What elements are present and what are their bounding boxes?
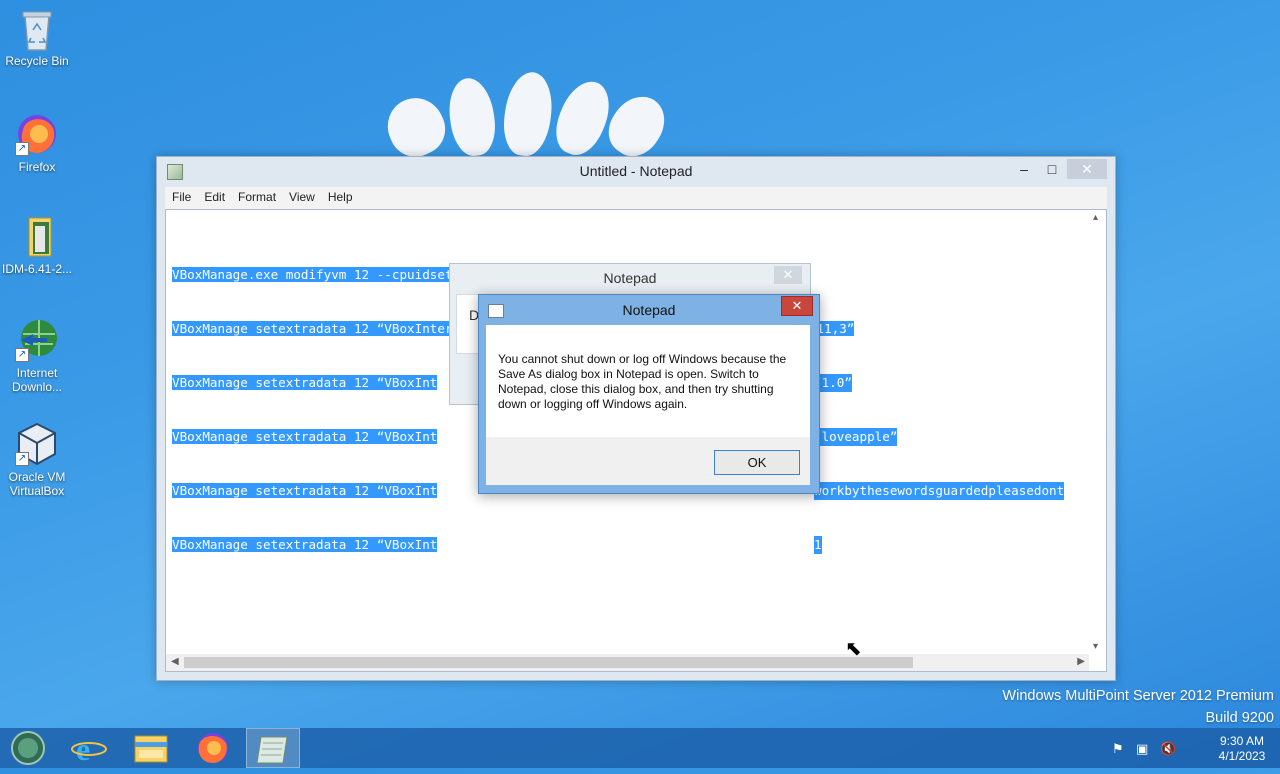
shortcut-arrow-icon: ↗ — [15, 142, 29, 156]
start-orb-icon — [11, 731, 45, 765]
watermark-edition: Windows MultiPoint Server 2012 Premium — [1002, 688, 1274, 704]
menu-help[interactable]: Help — [321, 187, 359, 204]
notepad-window-title: Untitled - Notepad — [579, 163, 693, 179]
menu-view[interactable]: View — [282, 187, 321, 204]
system-tray: ⚑ ▣ 🔇 9:30 AM 4/1/2023 — [1112, 732, 1272, 764]
notepad-title-bar[interactable]: Untitled - Notepad – □ ✕ — [157, 157, 1115, 187]
network-icon[interactable]: ▣ — [1136, 742, 1152, 756]
menu-format[interactable]: Format — [231, 187, 282, 204]
shortcut-arrow-icon: ↗ — [15, 348, 29, 362]
scroll-up-icon[interactable]: ▴ — [1093, 212, 1098, 223]
notepad-icon — [256, 736, 288, 764]
volume-muted-icon[interactable]: 🔇 — [1160, 742, 1176, 756]
taskbar: e ⚑ ▣ 🔇 9:30 AM 4/1/2023 — [0, 728, 1280, 768]
menu-edit[interactable]: Edit — [197, 187, 231, 204]
taskbar-firefox[interactable] — [186, 728, 240, 768]
text-line: VBoxManage setextradata 12 “VBoxInt 1 — [172, 536, 822, 554]
clock-date: 4/1/2023 — [1218, 749, 1266, 763]
firefox-icon: ↗ — [15, 112, 59, 156]
dialog-footer: OK — [486, 437, 810, 485]
save-as-close-button[interactable]: ✕ — [774, 266, 802, 284]
horizontal-scrollbar[interactable]: ◀ ▶ — [166, 654, 1089, 671]
folder-icon — [15, 214, 59, 258]
dialog-content: You cannot shut down or log off Windows … — [486, 325, 810, 437]
desktop-icon-label: Internet Downlo... — [11, 366, 63, 394]
internet-explorer-icon: e — [71, 731, 107, 767]
desktop-icon-label: Oracle VM VirtualBox — [8, 470, 66, 498]
svg-text:e: e — [76, 731, 90, 767]
horizontal-scroll-thumb[interactable] — [184, 657, 913, 668]
desktop-icon-recycle-bin[interactable]: Recycle Bin — [0, 6, 74, 68]
shortcut-arrow-icon: ↗ — [15, 452, 29, 466]
internet-download-manager-icon: ↗ — [15, 318, 59, 362]
dialog-close-button[interactable]: ✕ — [781, 296, 813, 316]
maximize-button[interactable]: □ — [1039, 159, 1065, 179]
desktop-icon-virtualbox[interactable]: ↗ Oracle VM VirtualBox — [0, 422, 74, 498]
menu-bar: File Edit Format View Help — [165, 187, 1107, 209]
scroll-right-icon[interactable]: ▶ — [1077, 656, 1085, 667]
firefox-icon — [198, 733, 228, 763]
minimize-button[interactable]: – — [1011, 159, 1037, 179]
desktop-icon-label: IDM-6.41-2... — [1, 262, 73, 276]
menu-file[interactable]: File — [165, 187, 197, 204]
watermark-build: Build 9200 — [1205, 710, 1274, 726]
close-button[interactable]: ✕ — [1067, 159, 1107, 179]
dialog-title: Notepad — [622, 302, 676, 318]
clock-time: 9:30 AM — [1219, 734, 1265, 748]
mouse-cursor-icon: ⬉ — [845, 638, 862, 660]
desktop-icon-firefox[interactable]: ↗ Firefox — [0, 112, 74, 174]
shutdown-warning-dialog[interactable]: Notepad ✕ You cannot shut down or log of… — [478, 294, 820, 494]
recycle-bin-icon — [15, 6, 59, 51]
desktop-icon-label: Recycle Bin — [5, 54, 69, 68]
desktop-icon-label: Firefox — [18, 160, 56, 174]
save-as-dialog-title: Notepad — [603, 270, 657, 286]
taskbar-clock[interactable]: 9:30 AM 4/1/2023 — [1212, 734, 1272, 764]
dialog-message: You cannot shut down or log off Windows … — [498, 352, 787, 411]
desktop-icon-idm-folder[interactable]: IDM-6.41-2... — [0, 214, 74, 276]
action-center-flag-icon[interactable]: ⚑ — [1112, 742, 1128, 756]
taskbar-notepad[interactable] — [246, 728, 300, 768]
vertical-scrollbar[interactable]: ▴ ▾ — [1089, 210, 1106, 654]
os-watermark: Windows MultiPoint Server 2012 Premium B… — [1002, 685, 1274, 729]
scroll-down-icon[interactable]: ▾ — [1093, 641, 1098, 652]
desktop-icon-internet-download-manager[interactable]: ↗ Internet Downlo... — [0, 318, 74, 394]
start-button[interactable] — [2, 728, 56, 768]
taskbar-file-explorer[interactable] — [124, 728, 178, 768]
ok-button[interactable]: OK — [714, 450, 800, 475]
file-explorer-icon — [134, 735, 168, 763]
scroll-left-icon[interactable]: ◀ — [171, 656, 179, 667]
taskbar-internet-explorer[interactable]: e — [62, 728, 116, 768]
virtualbox-icon: ↗ — [15, 422, 59, 466]
